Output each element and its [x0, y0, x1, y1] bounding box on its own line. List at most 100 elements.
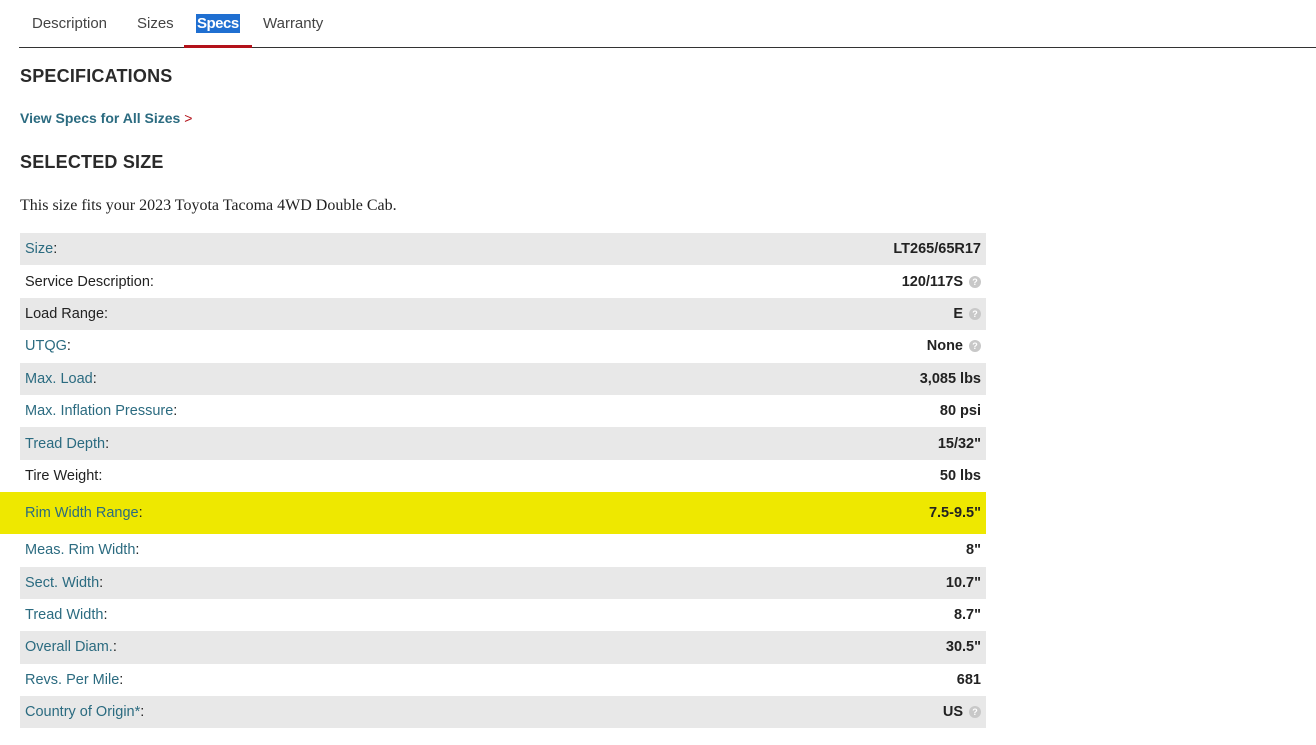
- spec-label-colon: :: [149, 273, 154, 290]
- vehicle-fit-text: This size fits your 2023 Toyota Tacoma 4…: [20, 197, 397, 214]
- spec-row: Max. Inflation Pressure: 80 psi: [20, 394, 986, 428]
- tab-label: Description: [32, 15, 108, 32]
- spec-row: Meas. Rim Width: 8": [20, 534, 986, 567]
- specifications-heading: SPECIFICATIONS: [20, 66, 173, 86]
- spec-label-colon: :: [92, 370, 97, 387]
- spec-value: LT265/65R17: [893, 241, 981, 258]
- spec-label-colon: :: [112, 639, 117, 656]
- help-icon[interactable]: ?: [969, 275, 981, 288]
- spec-row: Tread Width: 8.7": [20, 598, 986, 632]
- spec-value: 50 lbs: [939, 467, 981, 484]
- spec-value-cell: 8.7": [623, 599, 986, 631]
- spec-label: Load Range: [25, 305, 105, 322]
- spec-label[interactable]: Rim Width Range: [25, 505, 139, 521]
- spec-row: Service Description: 120/117S?: [20, 265, 986, 298]
- spec-label-cell: Load Range:: [20, 298, 623, 330]
- spec-label-cell: Tire Weight:: [20, 460, 623, 492]
- spec-label-cell: Service Description:: [20, 265, 623, 297]
- spec-label: Service Description: [25, 273, 150, 290]
- spec-value-cell: 50 lbs: [623, 460, 986, 492]
- spec-label[interactable]: Tread Width: [25, 607, 103, 623]
- chevron-right-icon: >: [184, 110, 193, 126]
- spec-row: Max. Load: 3,085 lbs: [20, 362, 986, 395]
- spec-label-colon: :: [99, 574, 104, 591]
- help-icon[interactable]: ?: [969, 340, 981, 353]
- spec-value: 8": [966, 542, 981, 559]
- spec-label-cell: Tread Width:: [20, 599, 623, 631]
- spec-row: Revs. Per Mile: 681: [20, 663, 986, 697]
- spec-label-cell: Meas. Rim Width:: [20, 534, 623, 566]
- spec-label[interactable]: Sect. Width: [25, 575, 99, 591]
- spec-label-cell: Overall Diam.:: [20, 631, 623, 663]
- spec-table: Size: LT265/65R17 Service Description: 120/…: [20, 233, 986, 729]
- spec-value-cell: 3,085 lbs: [623, 363, 986, 395]
- spec-value: 3,085 lbs: [919, 370, 981, 387]
- spec-label-cell: Tread Depth:: [20, 427, 623, 459]
- spec-row: UTQG: None?: [20, 330, 986, 363]
- tab-specs[interactable]: Specs: [184, 0, 252, 48]
- spec-value-cell: 15/32": [623, 427, 986, 459]
- spec-label-cell: Country of Origin*:: [20, 696, 623, 728]
- spec-value-cell: E?: [623, 298, 986, 330]
- tab-label: Specs: [196, 14, 240, 33]
- spec-row: Country of Origin*: US?: [20, 696, 986, 729]
- spec-label-colon: :: [66, 338, 71, 355]
- help-icon[interactable]: ?: [969, 706, 981, 719]
- spec-label-colon: :: [140, 704, 145, 721]
- spec-label-cell: Sect. Width:: [20, 567, 623, 599]
- spec-label-colon: :: [138, 505, 143, 522]
- spec-label-colon: :: [103, 607, 108, 624]
- spec-value: 30.5": [945, 639, 981, 656]
- spec-label[interactable]: Country of Origin*: [25, 704, 140, 720]
- spec-label-cell: Rim Width Range:: [20, 492, 623, 534]
- spec-label[interactable]: Max. Inflation Pressure: [25, 403, 173, 419]
- spec-label-colon: :: [98, 467, 103, 484]
- spec-label[interactable]: Meas. Rim Width: [25, 542, 135, 558]
- view-all-sizes-link[interactable]: View Specs for All Sizes >: [20, 110, 192, 126]
- help-icon[interactable]: ?: [969, 307, 981, 320]
- spec-label[interactable]: Tread Depth: [25, 436, 105, 452]
- spec-value: 7.5-9.5": [928, 505, 981, 522]
- selected-size-heading: SELECTED SIZE: [20, 152, 164, 172]
- spec-value-cell: 30.5": [623, 631, 986, 663]
- view-all-sizes-label: View Specs for All Sizes: [20, 110, 181, 126]
- spec-value: 8.7": [953, 607, 981, 624]
- spec-value: 10.7": [945, 574, 981, 591]
- spec-value-cell: 80 psi: [623, 395, 986, 427]
- spec-label-colon: :: [135, 542, 140, 559]
- spec-value-cell: 681: [623, 664, 986, 696]
- spec-label-colon: :: [104, 305, 109, 322]
- spec-label-cell: Revs. Per Mile:: [20, 664, 623, 696]
- spec-value: 681: [956, 671, 981, 688]
- spec-value: 120/117S: [901, 273, 963, 290]
- spec-label-cell: Max. Load:: [20, 363, 623, 395]
- spec-row: Sect. Width: 10.7": [20, 566, 986, 599]
- tab-sizes[interactable]: Sizes: [137, 0, 174, 47]
- spec-label-cell: UTQG:: [20, 330, 623, 362]
- spec-label-colon: :: [119, 671, 124, 688]
- tab-description[interactable]: Description: [32, 0, 107, 47]
- spec-value: E: [953, 305, 963, 322]
- tab-warranty[interactable]: Warranty: [263, 0, 323, 47]
- spec-row: Overall Diam.: 30.5": [20, 631, 986, 664]
- tab-bar: Description Sizes Specs Warranty: [19, 0, 1316, 48]
- spec-value-cell: None?: [623, 330, 986, 362]
- spec-value-cell: US?: [623, 696, 986, 728]
- spec-label[interactable]: UTQG: [25, 338, 67, 354]
- spec-label-cell: Size:: [20, 233, 623, 265]
- spec-label[interactable]: Max. Load: [25, 371, 93, 387]
- spec-label[interactable]: Overall Diam.: [25, 639, 113, 655]
- spec-label-cell: Max. Inflation Pressure:: [20, 395, 623, 427]
- spec-label[interactable]: Size: [25, 241, 53, 257]
- spec-row: Tire Weight: 50 lbs: [20, 459, 986, 493]
- spec-label[interactable]: Revs. Per Mile: [25, 672, 119, 688]
- tab-label: Sizes: [137, 15, 174, 32]
- spec-label-colon: :: [53, 241, 58, 258]
- spec-label: Tire Weight: [25, 467, 99, 484]
- spec-row: Size: LT265/65R17: [20, 233, 986, 266]
- spec-value: None: [926, 338, 963, 355]
- spec-row: Tread Depth: 15/32": [20, 427, 986, 460]
- spec-label-colon: :: [105, 435, 110, 452]
- spec-label-colon: :: [173, 403, 178, 420]
- spec-row: Rim Width Range: 7.5-9.5": [20, 492, 986, 535]
